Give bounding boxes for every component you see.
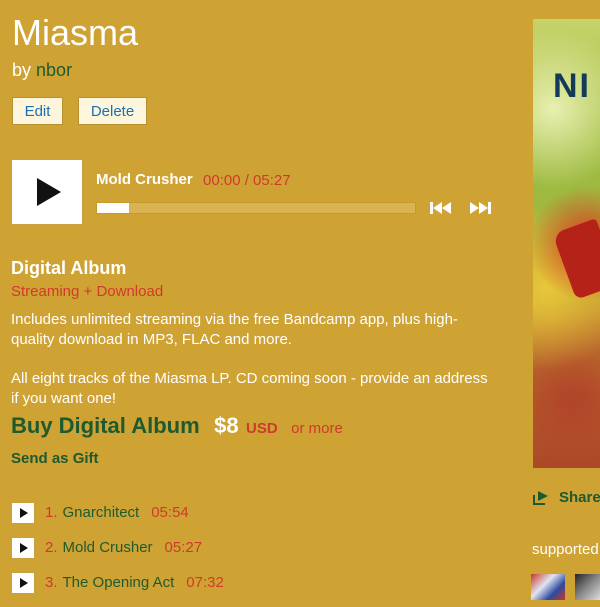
buy-row: Buy Digital Album $8 USD or more xyxy=(11,413,343,439)
album-art-figure xyxy=(552,218,600,300)
track-play-button[interactable] xyxy=(11,502,35,524)
or-more: or more xyxy=(291,420,343,437)
package-description: Includes unlimited streaming via the fre… xyxy=(11,311,458,348)
track-number: 2. xyxy=(45,539,58,556)
delete-button[interactable]: Delete xyxy=(78,97,147,125)
track-duration: 05:27 xyxy=(164,539,203,556)
package-note: All eight tracks of the Miasma LP. CD co… xyxy=(11,370,488,407)
play-button[interactable] xyxy=(11,159,83,225)
track-row: 1. Gnarchitect 05:54 xyxy=(11,502,511,537)
byline: by nbor xyxy=(12,60,72,81)
play-icon xyxy=(20,543,28,553)
package-title: Digital Album xyxy=(11,258,127,278)
buy-album-link[interactable]: Buy Digital Album xyxy=(11,413,200,438)
previous-track-button[interactable] xyxy=(430,200,454,216)
progress-fill xyxy=(97,203,129,213)
track-duration: 07:32 xyxy=(186,574,224,591)
track-play-button[interactable] xyxy=(11,572,35,594)
price: $8 xyxy=(214,413,239,438)
album-art-lettering: NI xyxy=(553,67,591,105)
currency: USD xyxy=(246,420,278,437)
previous-track-icon xyxy=(430,202,451,214)
share-button[interactable]: Share xyxy=(533,489,600,506)
track-name[interactable]: The Opening Act xyxy=(63,574,175,591)
now-playing-time: 00:00 / 05:27 xyxy=(203,172,291,189)
supported-by-heading: supported xyxy=(532,541,599,558)
track-name[interactable]: Mold Crusher xyxy=(63,539,153,556)
track-play-button[interactable] xyxy=(11,537,35,559)
track-number: 1. xyxy=(45,504,58,521)
progress-bar[interactable] xyxy=(96,202,416,214)
album-artwork[interactable]: NI xyxy=(533,19,600,468)
supporter-avatar[interactable] xyxy=(575,574,600,600)
send-as-gift-link[interactable]: Send as Gift xyxy=(11,450,99,467)
track-list: 1. Gnarchitect 05:54 2. Mold Crusher 05:… xyxy=(11,502,511,607)
track-row: 2. Mold Crusher 05:27 xyxy=(11,537,511,572)
play-icon xyxy=(20,508,28,518)
play-icon xyxy=(20,578,28,588)
track-row: 3. The Opening Act 07:32 xyxy=(11,572,511,607)
album-title: Miasma xyxy=(12,12,139,53)
supporter-avatar[interactable] xyxy=(531,574,565,600)
next-track-button[interactable] xyxy=(470,200,494,216)
edit-button[interactable]: Edit xyxy=(12,97,63,125)
share-label: Share xyxy=(559,489,600,506)
track-duration: 05:54 xyxy=(151,504,189,521)
next-track-icon xyxy=(470,202,491,214)
track-number: 3. xyxy=(45,574,58,591)
track-name[interactable]: Gnarchitect xyxy=(63,504,140,521)
artist-link[interactable]: nbor xyxy=(36,60,72,80)
play-icon xyxy=(37,178,61,206)
share-icon xyxy=(533,490,551,505)
byline-prefix: by xyxy=(12,60,32,80)
now-playing-title: Mold Crusher xyxy=(96,171,193,188)
package-subtitle: Streaming + Download xyxy=(11,283,164,300)
